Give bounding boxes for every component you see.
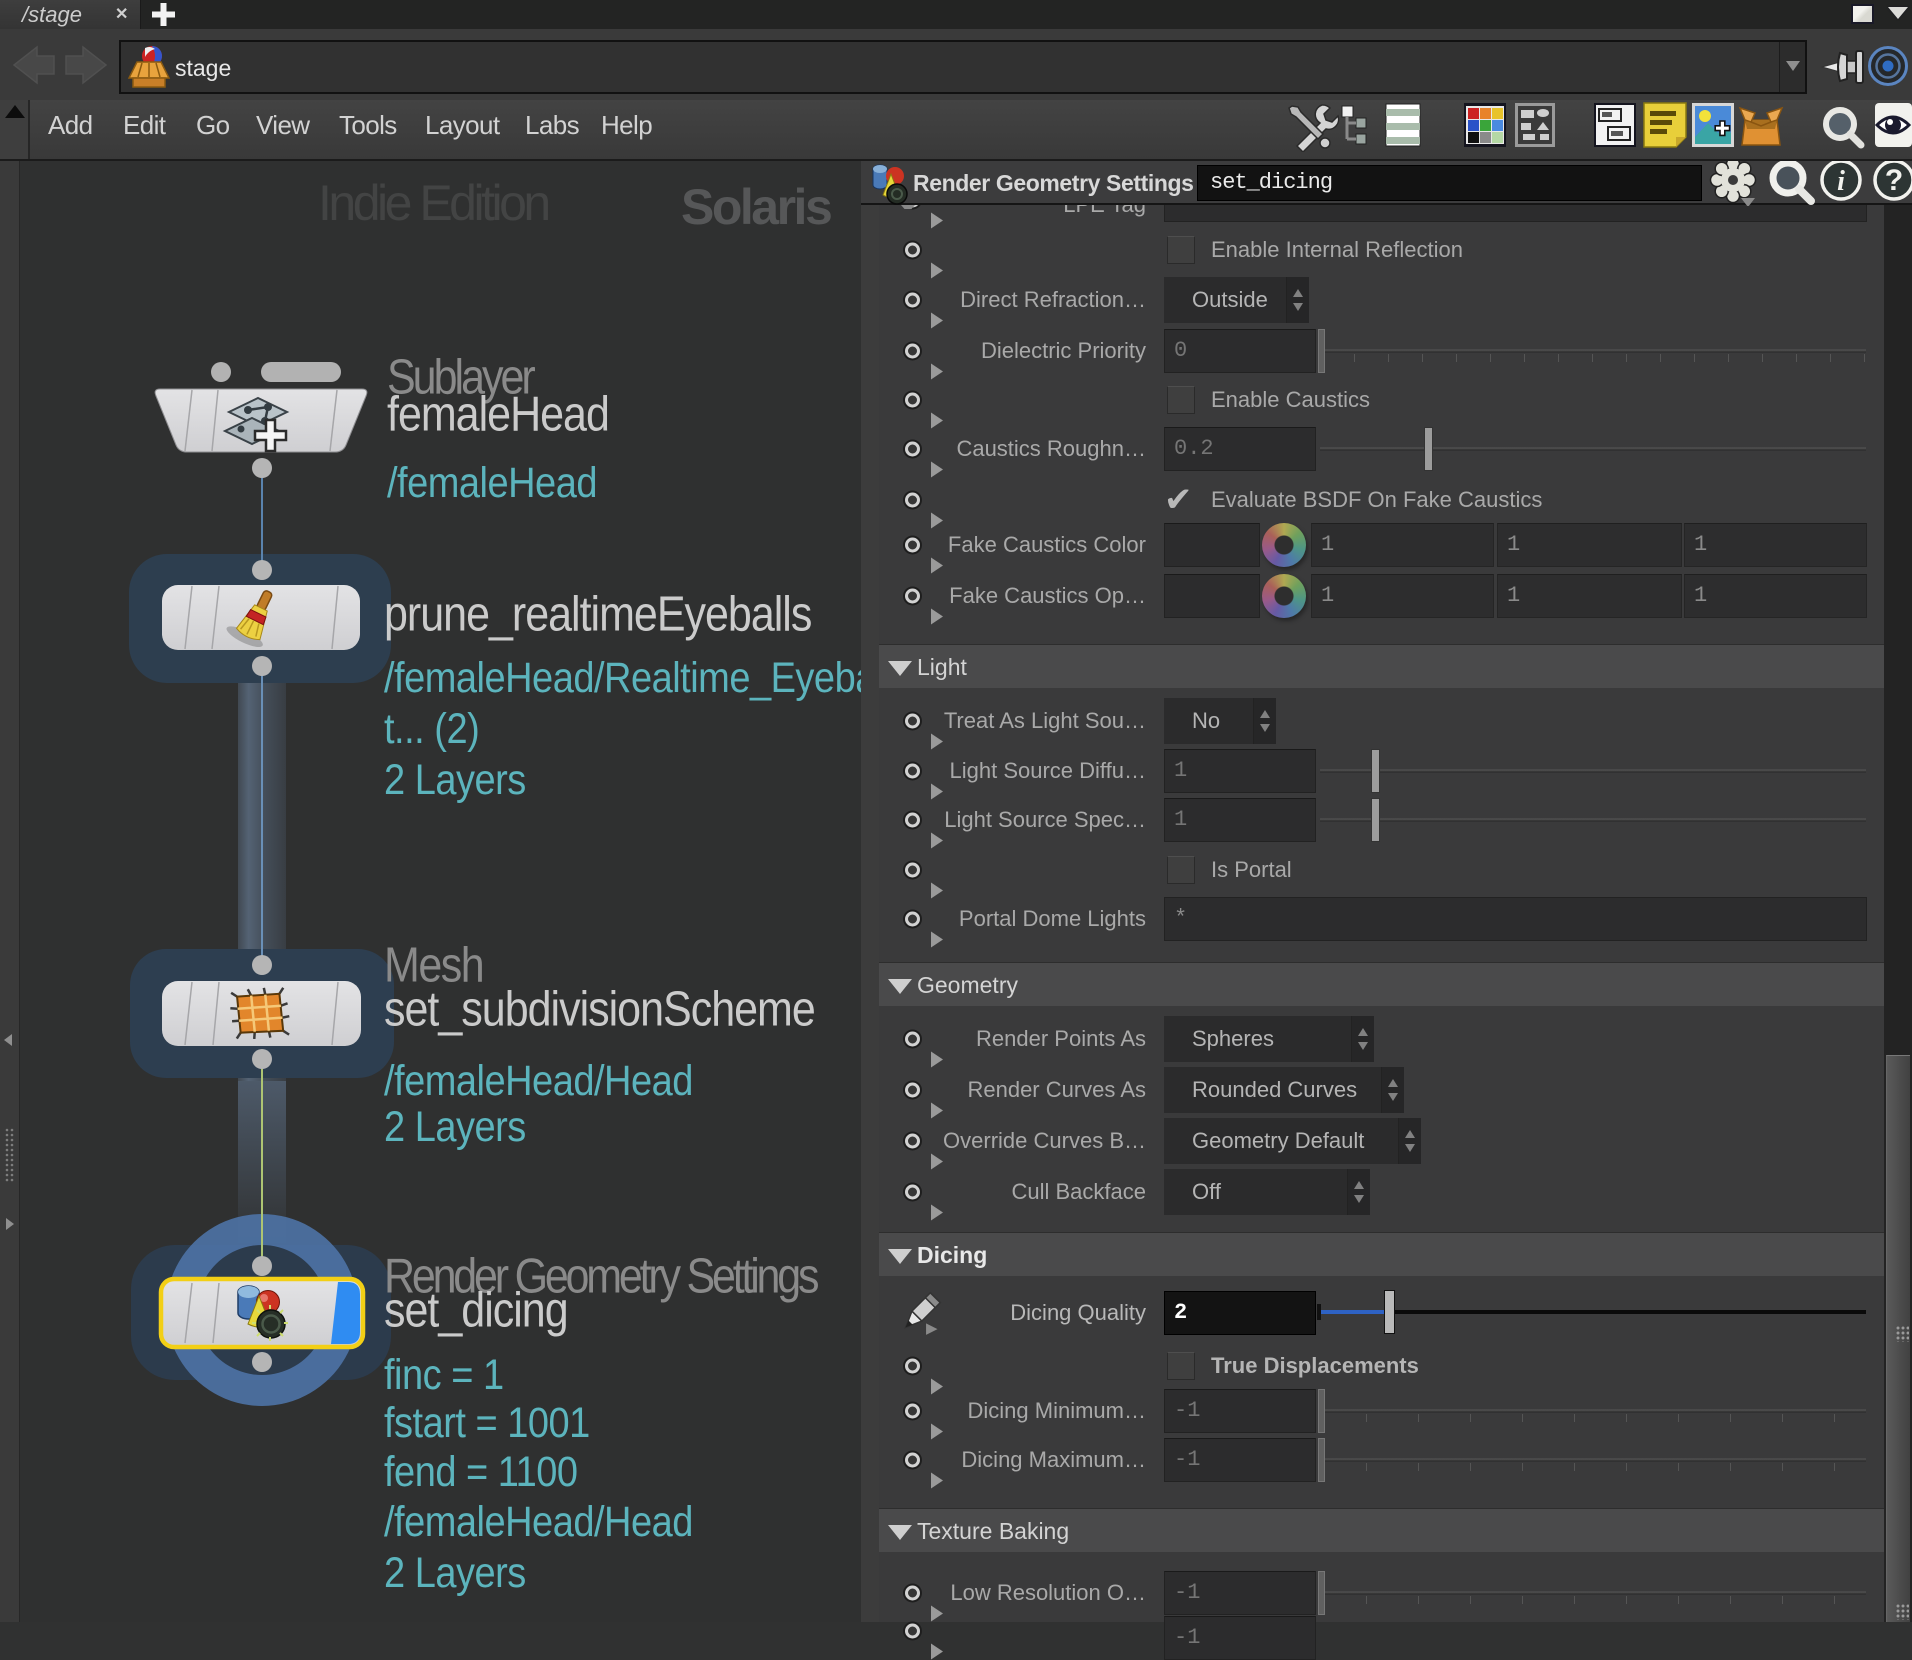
svg-text:?: ? — [1885, 164, 1903, 197]
svg-text:i: i — [1837, 166, 1845, 197]
